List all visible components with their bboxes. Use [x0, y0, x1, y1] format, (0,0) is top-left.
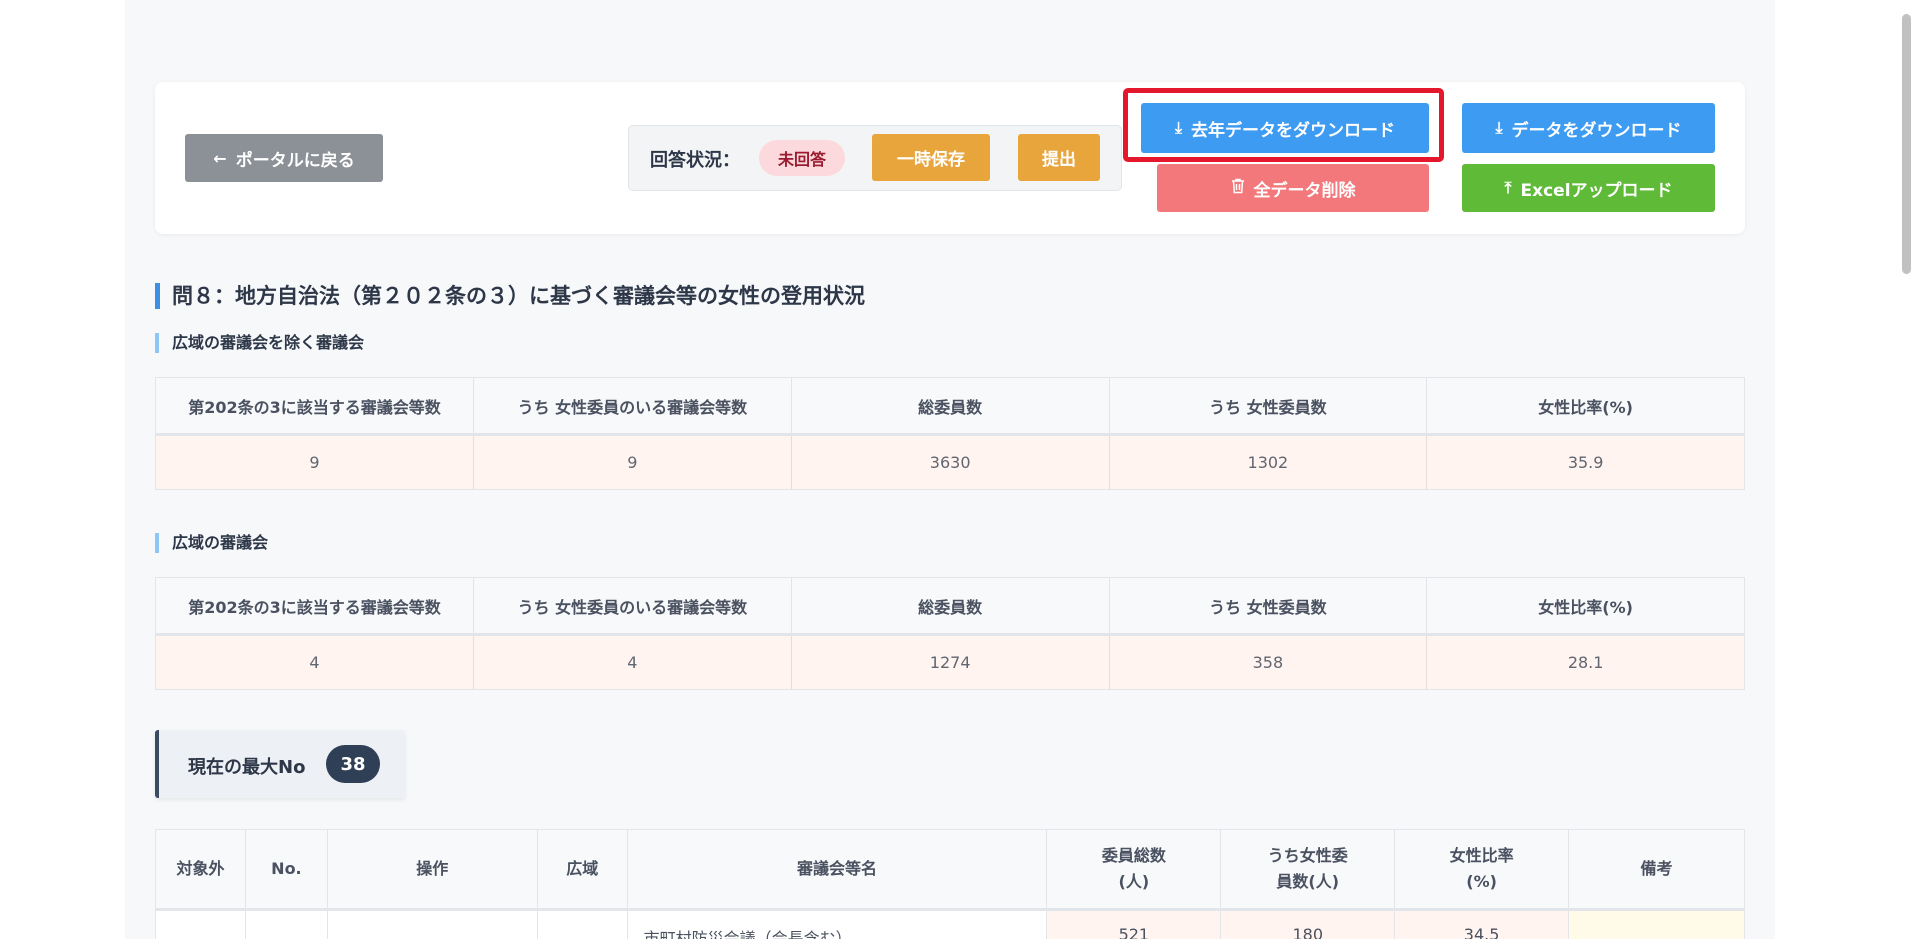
- excel-upload-label: Excelアップロード: [1520, 180, 1673, 201]
- question-title: 問８：地方自治法（第２０２条の３）に基づく審議会等の女性の登用状況: [155, 283, 865, 309]
- council-table: 対象外 No. 操作 広域 審議会等名 委員総数 (人) うち女性委 員数(人)…: [155, 829, 1745, 939]
- back-to-portal-label: ポータルに戻る: [235, 150, 355, 171]
- column-header-female-ratio: 女性比率 (%): [1394, 829, 1570, 911]
- column-header-wide-area: 広域: [537, 829, 628, 911]
- save-draft-button[interactable]: 一時保存: [872, 134, 990, 181]
- back-to-portal-button[interactable]: ← ポータルに戻る: [185, 134, 383, 182]
- table-cell: 1302: [1109, 434, 1428, 490]
- column-header: うち 女性委員数: [1109, 577, 1428, 636]
- status-label: 回答状況：: [650, 150, 740, 171]
- table-cell: 35.9: [1426, 434, 1745, 490]
- download-icon: ⤓: [1495, 118, 1503, 137]
- column-header-action: 操作: [327, 829, 538, 911]
- header-line: 女性比率: [1449, 846, 1514, 865]
- section-title-non-wide-area: 広域の審議会を除く審議会: [155, 333, 364, 353]
- excel-upload-button[interactable]: ⤒ Excelアップロード: [1462, 164, 1715, 212]
- column-header-no: No.: [245, 829, 328, 911]
- upload-icon: ⤒: [1504, 178, 1512, 197]
- column-header: 女性比率(%): [1426, 377, 1745, 436]
- table-cell: 4: [473, 634, 792, 690]
- total-members-cell[interactable]: 521: [1046, 909, 1222, 939]
- table-cell: 4: [155, 634, 474, 690]
- column-header: うち 女性委員のいる審議会等数: [473, 577, 792, 636]
- column-header-excluded: 対象外: [155, 829, 246, 911]
- max-no-label: 現在の最大No: [188, 757, 306, 778]
- column-header: うち 女性委員のいる審議会等数: [473, 377, 792, 436]
- status-badge: 未回答: [759, 140, 845, 176]
- scrollbar[interactable]: [1898, 0, 1915, 939]
- remarks-cell[interactable]: [1568, 909, 1745, 939]
- column-header-remarks: 備考: [1568, 829, 1745, 911]
- column-header-council-name: 審議会等名: [627, 829, 1048, 911]
- summary-table-non-wide-area: 第202条の3に該当する審議会等数 うち 女性委員のいる審議会等数 総委員数 う…: [155, 377, 1745, 490]
- column-header: 総委員数: [791, 577, 1110, 636]
- section-title-wide-area: 広域の審議会: [155, 533, 268, 553]
- column-header: 第202条の3に該当する審議会等数: [155, 577, 474, 636]
- header-line: 委員総数: [1101, 846, 1166, 865]
- no-cell: [245, 909, 328, 939]
- max-no-badge: 38: [326, 745, 380, 783]
- highlight-box: [1123, 88, 1444, 162]
- header-line: 員数(人): [1276, 872, 1340, 891]
- wide-area-cell[interactable]: [537, 909, 628, 939]
- council-name-cell[interactable]: 市町村防災会議（会長含む）: [627, 909, 1048, 939]
- table-cell: 9: [473, 434, 792, 490]
- header-line: うち女性委: [1267, 846, 1348, 865]
- column-header-female-members: うち女性委 員数(人): [1220, 829, 1396, 911]
- header-line: (人): [1118, 872, 1150, 891]
- column-header: 第202条の3に該当する審議会等数: [155, 377, 474, 436]
- column-header-total-members: 委員総数 (人): [1046, 829, 1222, 911]
- action-cell: [327, 909, 538, 939]
- download-data-label: データをダウンロード: [1511, 120, 1682, 141]
- table-cell: 1274: [791, 634, 1110, 690]
- download-data-button[interactable]: ⤓ データをダウンロード: [1462, 103, 1715, 153]
- scrollbar-thumb[interactable]: [1902, 14, 1911, 274]
- delete-all-label: 全データ削除: [1253, 180, 1356, 201]
- column-header: うち 女性委員数: [1109, 377, 1428, 436]
- arrow-left-icon: ←: [213, 148, 227, 168]
- table-cell: 28.1: [1426, 634, 1745, 690]
- delete-all-button[interactable]: 全データ削除: [1157, 164, 1429, 212]
- excluded-checkbox-cell[interactable]: [155, 909, 246, 939]
- female-members-cell[interactable]: 180: [1220, 909, 1396, 939]
- female-ratio-cell: 34.5: [1394, 909, 1570, 939]
- table-row: 市町村防災会議（会長含む） 521 180 34.5: [155, 909, 1745, 939]
- table-cell: 358: [1109, 634, 1428, 690]
- submit-button[interactable]: 提出: [1018, 134, 1100, 181]
- table-cell: 9: [155, 434, 474, 490]
- header-line: (%): [1466, 872, 1497, 891]
- trash-icon: [1231, 178, 1245, 198]
- column-header: 女性比率(%): [1426, 577, 1745, 636]
- summary-table-wide-area: 第202条の3に該当する審議会等数 うち 女性委員のいる審議会等数 総委員数 う…: [155, 577, 1745, 690]
- table-cell: 3630: [791, 434, 1110, 490]
- column-header: 総委員数: [791, 377, 1110, 436]
